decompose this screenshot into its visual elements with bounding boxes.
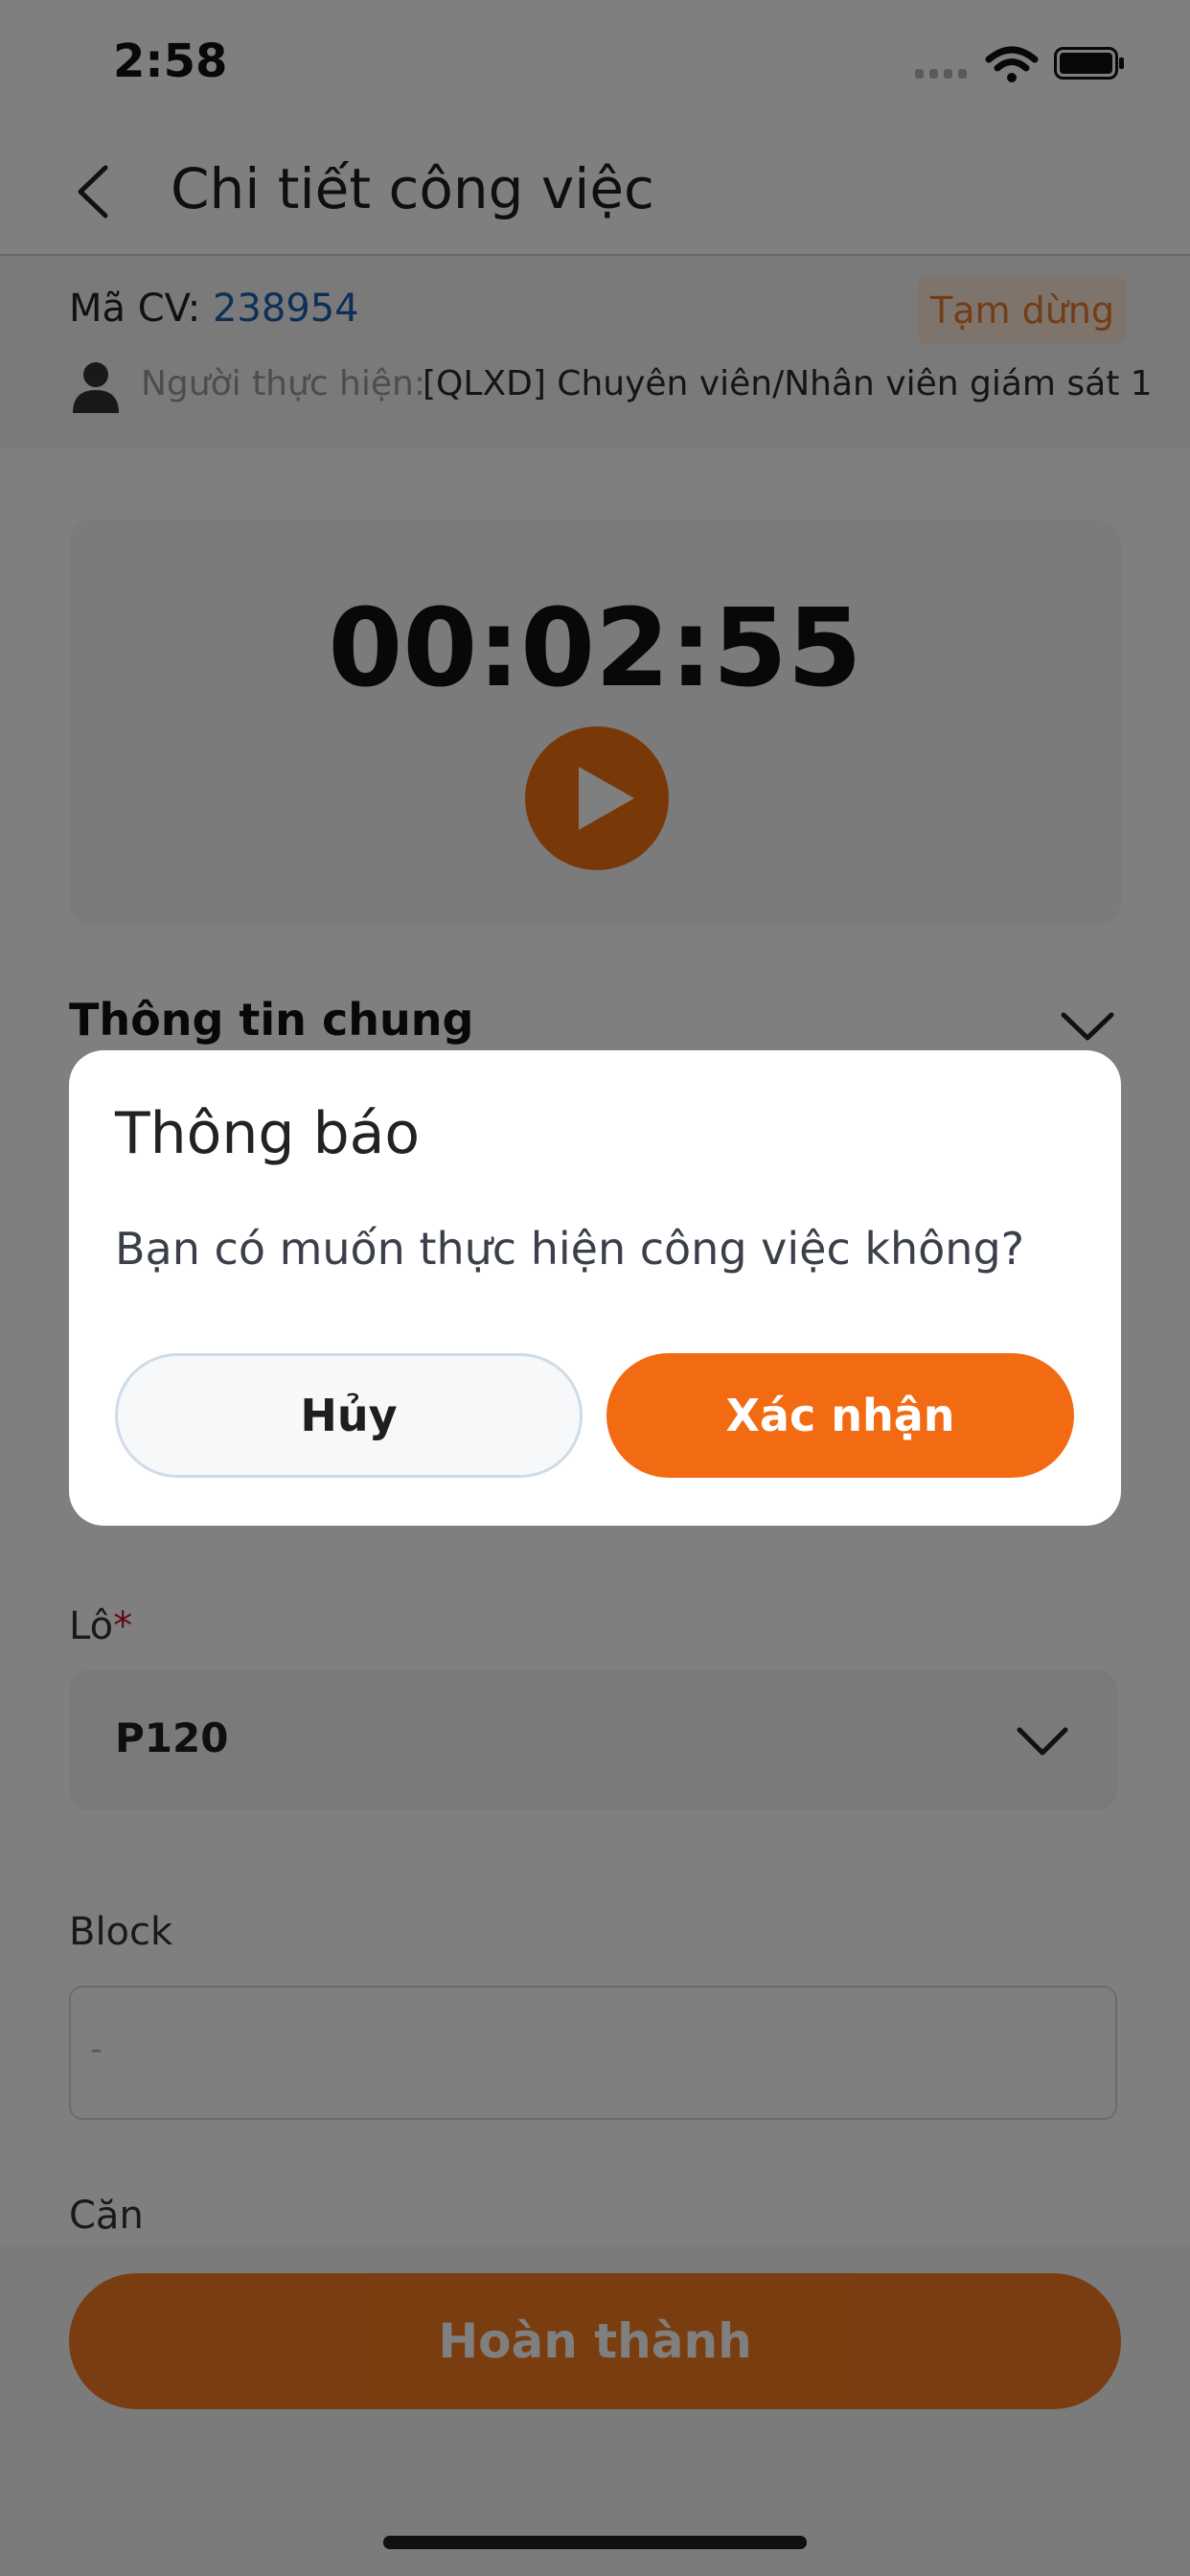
confirm-dialog: Thông báo Bạn có muốn thực hiện công việ… bbox=[69, 1050, 1121, 1526]
dialog-message: Bạn có muốn thực hiện công việc không? bbox=[115, 1223, 1025, 1275]
confirm-button[interactable]: Xác nhận bbox=[606, 1353, 1074, 1478]
home-indicator bbox=[383, 2536, 807, 2549]
cancel-button[interactable]: Hủy bbox=[115, 1353, 583, 1478]
dialog-title: Thông báo bbox=[115, 1100, 421, 1167]
